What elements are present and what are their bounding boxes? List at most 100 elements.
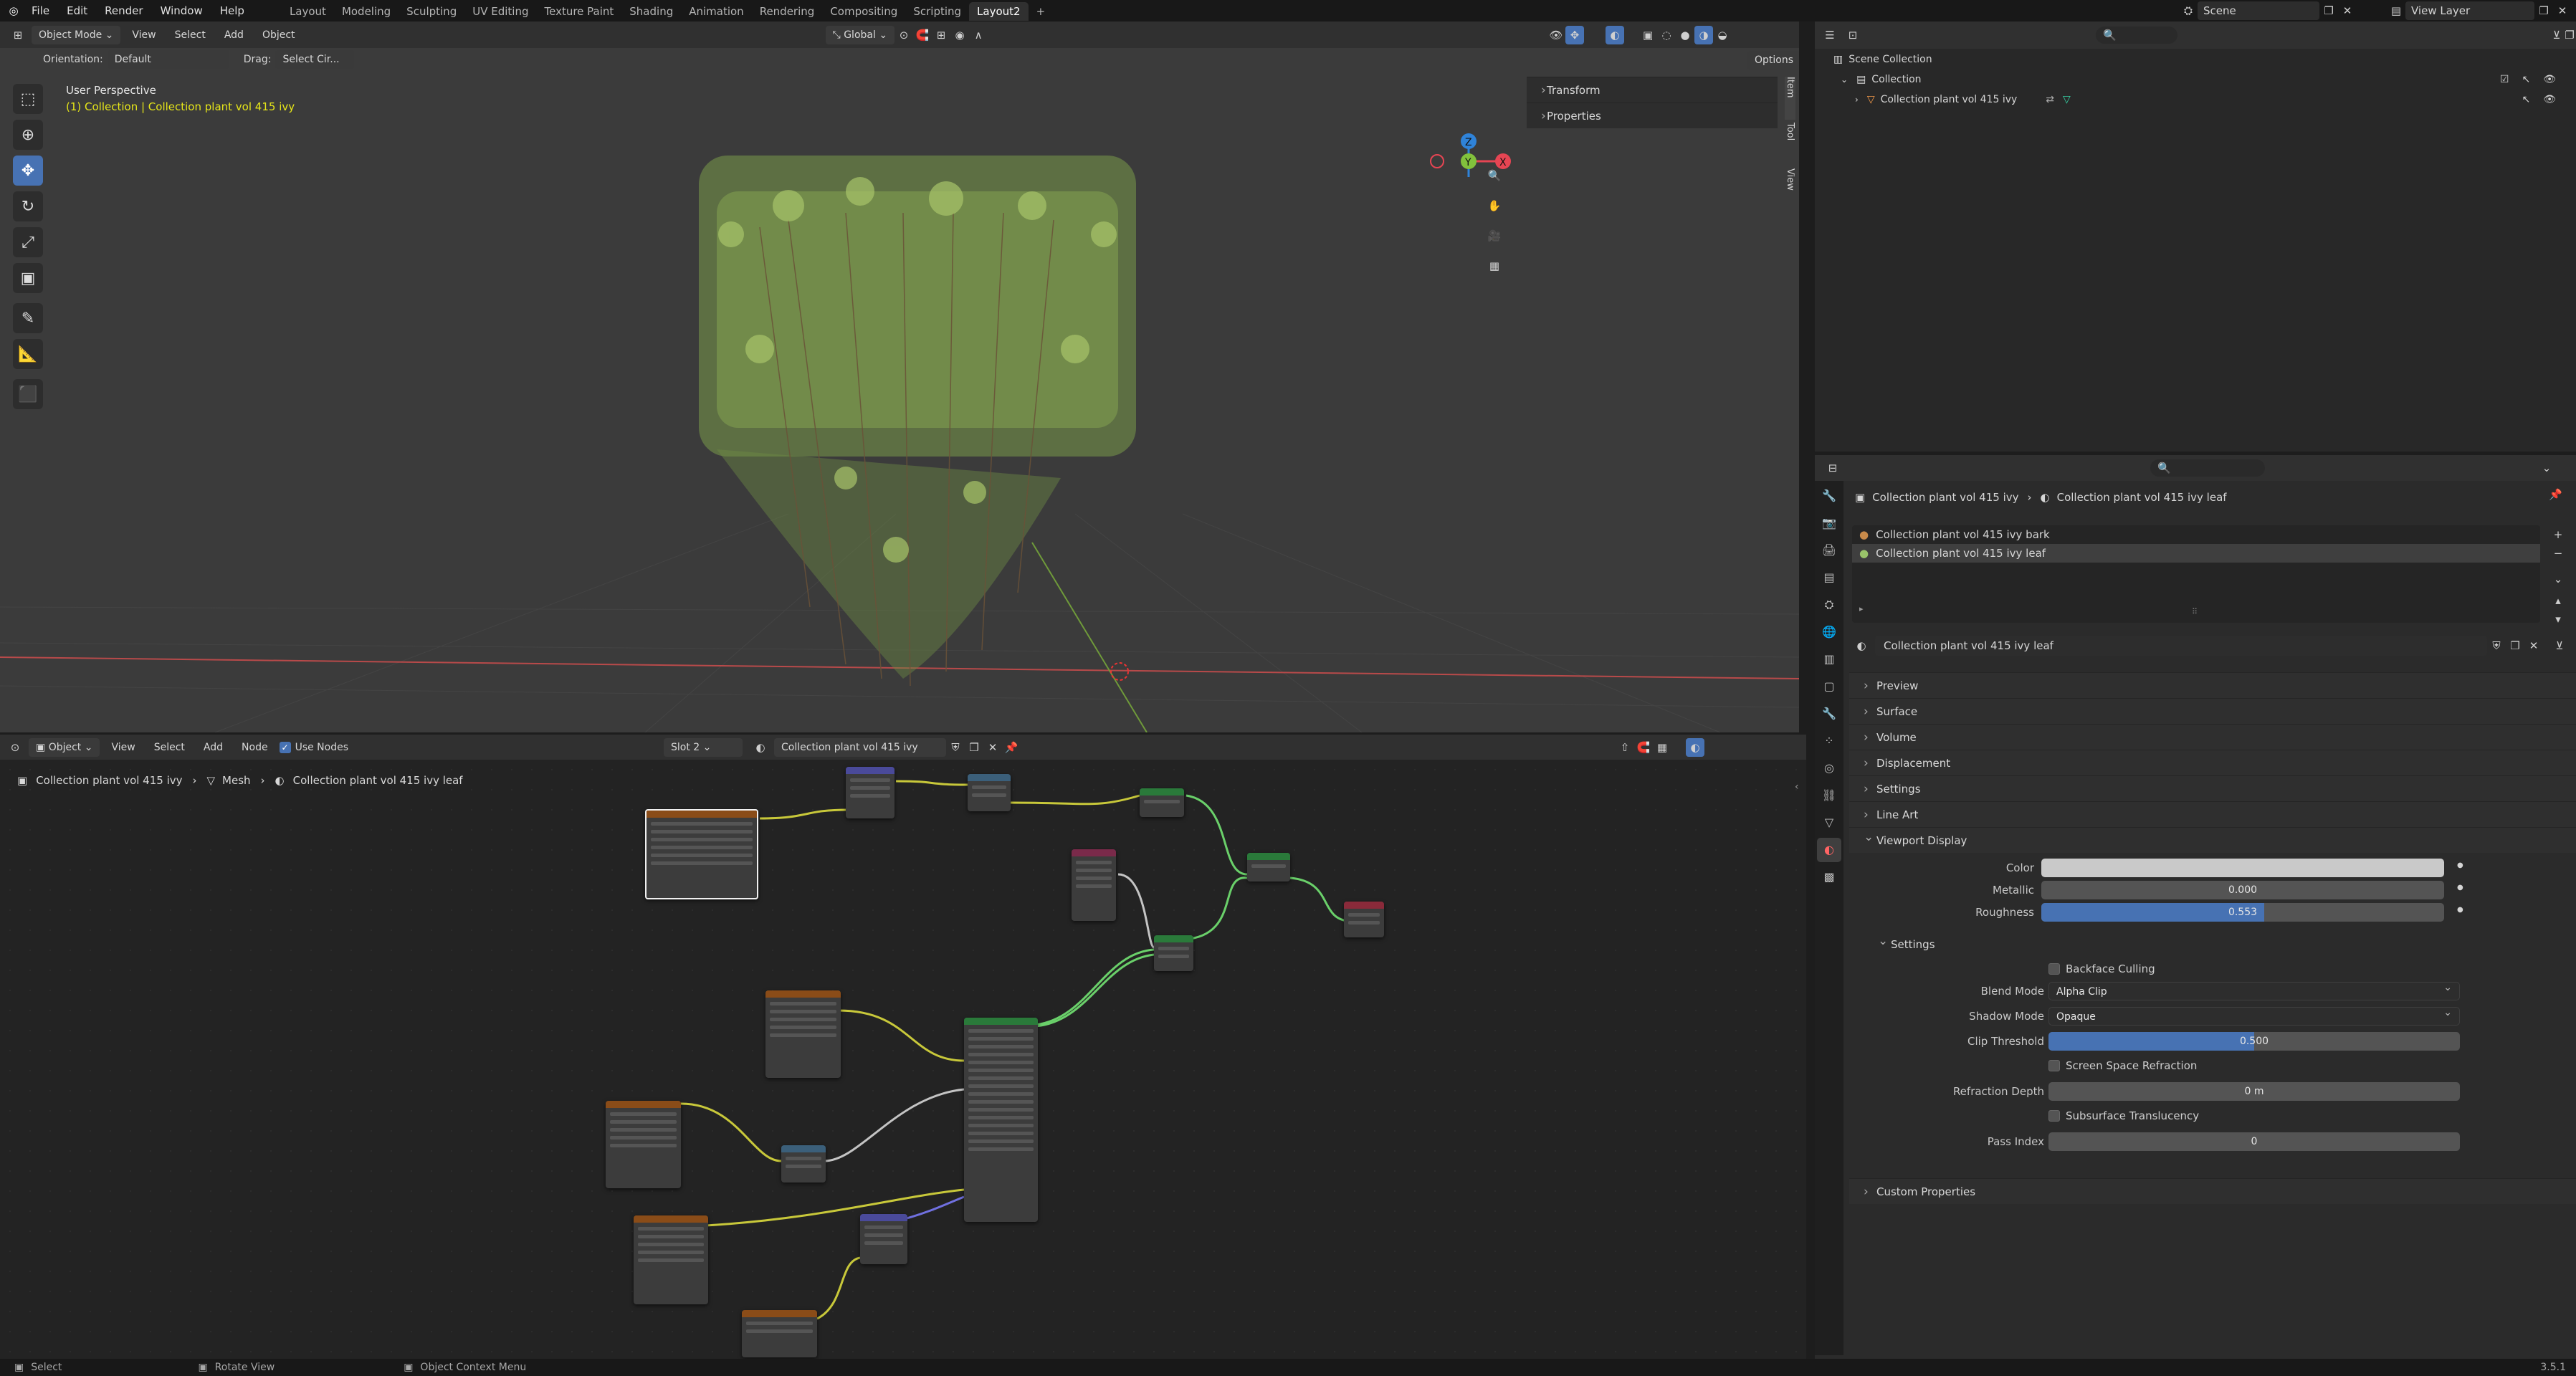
unlink-material-icon[interactable]: ✕ bbox=[983, 738, 1002, 757]
shading-wireframe-icon[interactable]: ◌ bbox=[1657, 26, 1676, 44]
refraction-depth-field[interactable]: 0 m bbox=[2048, 1082, 2460, 1101]
fake-user-icon[interactable]: ⛨ bbox=[946, 738, 965, 757]
rotate-icon[interactable]: ↻ bbox=[13, 191, 43, 221]
outliner-row-scene-collection[interactable]: ▥ Scene Collection bbox=[1833, 52, 1932, 67]
node-menu-view[interactable]: View bbox=[104, 738, 142, 757]
menu-object[interactable]: Object bbox=[255, 26, 302, 44]
tab-uv-editing[interactable]: UV Editing bbox=[464, 2, 536, 21]
tab-modeling[interactable]: Modeling bbox=[334, 2, 399, 21]
node-invert[interactable] bbox=[781, 1145, 826, 1182]
node-menu-select[interactable]: Select bbox=[147, 738, 192, 757]
panel-transform[interactable]: Transform bbox=[1527, 77, 1778, 103]
subpanel-settings[interactable]: Settings bbox=[1864, 928, 2552, 957]
expand-arrow-icon[interactable]: ⌄ bbox=[1841, 75, 1848, 85]
delete-scene-icon[interactable]: ✕ bbox=[2338, 1, 2357, 20]
menu-edit[interactable]: Edit bbox=[58, 0, 96, 22]
copy-view-layer-icon[interactable]: ❐ bbox=[2534, 1, 2553, 20]
snap-node-icon[interactable]: 🧲 bbox=[1634, 738, 1653, 757]
outliner-display-mode-icon[interactable]: ⊡ bbox=[1846, 26, 1859, 44]
shading-material-icon[interactable]: ◑ bbox=[1694, 25, 1714, 44]
tab-layout[interactable]: Layout bbox=[282, 2, 334, 21]
node-menu-node[interactable]: Node bbox=[234, 738, 275, 757]
subsurface-translucency-checkbox[interactable] bbox=[2048, 1110, 2060, 1122]
panel-surface[interactable]: Surface bbox=[1849, 698, 2576, 725]
color-swatch[interactable] bbox=[2041, 859, 2444, 877]
add-workspace-button[interactable]: + bbox=[1029, 2, 1054, 21]
outliner-row-collection[interactable]: ⌄ ▤ Collection ☑ ↖ 👁 bbox=[1841, 72, 2576, 87]
sidebar-tab-view[interactable]: View bbox=[1785, 168, 1795, 211]
view-layer-name-field[interactable]: View Layer bbox=[2405, 1, 2534, 20]
properties-pin-icon[interactable]: 📌 bbox=[2549, 488, 2562, 501]
render-tab-icon[interactable]: 📷 bbox=[1817, 511, 1841, 535]
object-tab-icon[interactable]: ▢ bbox=[1817, 674, 1841, 699]
constraints-tab-icon[interactable]: ⛓ bbox=[1817, 783, 1841, 808]
snap-target-icon[interactable]: ⊞ bbox=[932, 26, 950, 44]
clip-threshold-slider[interactable]: 0.500 bbox=[2048, 1032, 2460, 1051]
panel-viewport-display[interactable]: Viewport Display bbox=[1849, 824, 2576, 853]
node-image-texture-selected[interactable] bbox=[645, 809, 758, 899]
tab-sculpting[interactable]: Sculpting bbox=[399, 2, 464, 21]
new-collection-icon[interactable]: ❐ bbox=[2563, 26, 2576, 44]
tab-scripting[interactable]: Scripting bbox=[905, 2, 969, 21]
view-layer-tab-icon[interactable]: ▤ bbox=[1817, 565, 1841, 590]
copy-scene-icon[interactable]: ❐ bbox=[2319, 1, 2338, 20]
material-browse-icon[interactable]: ◐ bbox=[751, 738, 770, 757]
tab-layout2[interactable]: Layout2 bbox=[969, 2, 1029, 21]
menu-add[interactable]: Add bbox=[217, 26, 251, 44]
panel-line-art[interactable]: Line Art bbox=[1849, 801, 2576, 828]
scene-name-field[interactable]: Scene bbox=[2198, 1, 2319, 20]
tab-animation[interactable]: Animation bbox=[681, 2, 751, 21]
use-nodes-toggle[interactable]: ✓ Use Nodes bbox=[279, 742, 348, 753]
exclude-checkbox-icon[interactable]: ☑ bbox=[2500, 74, 2509, 85]
node-bump[interactable] bbox=[1154, 935, 1193, 971]
duplicate-material-icon[interactable]: ❐ bbox=[965, 738, 983, 757]
panel-displacement[interactable]: Displacement bbox=[1849, 750, 2576, 776]
use-nodes-checkbox[interactable]: ✓ bbox=[279, 742, 291, 753]
node-normal-map[interactable] bbox=[860, 1214, 907, 1264]
output-tab-icon[interactable]: 🖨 bbox=[1817, 538, 1841, 563]
shader-type-dropdown[interactable]: ▣ Object ⌄ bbox=[29, 738, 100, 757]
slot-dropdown[interactable]: Slot 2 ⌄ bbox=[664, 738, 743, 757]
slot-expand-icon[interactable]: ▸ bbox=[1859, 604, 1864, 613]
sidebar-tab-tool[interactable]: Tool bbox=[1785, 123, 1795, 166]
shader-node-editor[interactable]: ▣ Collection plant vol 415 ivy › ▽ Mesh … bbox=[0, 760, 1806, 1359]
add-slot-icon[interactable]: + bbox=[2549, 525, 2567, 544]
collection-tab-icon[interactable]: ▥ bbox=[1817, 647, 1841, 672]
sidebar-tab-item[interactable]: Item bbox=[1785, 77, 1795, 120]
object-hide-icon[interactable]: 👁 bbox=[2543, 94, 2556, 105]
annotate-icon[interactable]: ✎ bbox=[13, 303, 43, 333]
snap-icon[interactable]: 🧲 bbox=[913, 26, 932, 44]
visibility-icon[interactable]: 👁 bbox=[1547, 26, 1565, 44]
collapse-arrow-icon[interactable]: › bbox=[1855, 95, 1859, 105]
node-image-texture-5[interactable] bbox=[742, 1310, 817, 1357]
menu-window[interactable]: Window bbox=[152, 0, 211, 22]
move-slot-up-icon[interactable]: ▴ bbox=[2549, 591, 2567, 610]
pin-icon[interactable]: 📌 bbox=[1002, 738, 1021, 757]
selectable-icon[interactable]: ↖ bbox=[2522, 74, 2530, 85]
particles-tab-icon[interactable]: ⁘ bbox=[1817, 729, 1841, 753]
panel-preview[interactable]: Preview bbox=[1849, 672, 2576, 699]
node-material-output[interactable] bbox=[1344, 902, 1384, 937]
cursor-icon[interactable]: ⊕ bbox=[13, 120, 43, 150]
navigation-gizmo[interactable]: Z Y X bbox=[1423, 84, 1516, 177]
node-mix-shader[interactable] bbox=[1247, 853, 1290, 882]
panel-properties[interactable]: Properties bbox=[1527, 102, 1778, 129]
proportional-edit-icon[interactable]: ◉ bbox=[950, 26, 969, 44]
node-overlay-icon[interactable]: ◐ bbox=[1686, 738, 1705, 757]
node-mapping[interactable] bbox=[846, 767, 895, 818]
camera-view-icon[interactable]: 🎥 bbox=[1485, 226, 1504, 245]
properties-options-icon[interactable]: ⌄ bbox=[2537, 459, 2556, 477]
measure-icon[interactable]: 📐 bbox=[13, 339, 43, 369]
outliner-editor-type-icon[interactable]: ☰ bbox=[1823, 26, 1836, 44]
modifier-tab-icon[interactable]: 🔧 bbox=[1817, 702, 1841, 726]
editor-type-icon[interactable]: ⊞ bbox=[9, 26, 27, 44]
node-image-texture-3[interactable] bbox=[606, 1101, 681, 1188]
tab-rendering[interactable]: Rendering bbox=[752, 2, 823, 21]
select-box-icon[interactable]: ⬚ bbox=[13, 84, 43, 114]
zoom-icon[interactable]: 🔍 bbox=[1485, 166, 1504, 185]
node-image-texture-4[interactable] bbox=[634, 1215, 708, 1304]
roughness-slider[interactable]: 0.553 bbox=[2041, 903, 2444, 922]
material-slot-bark[interactable]: ● Collection plant vol 415 ivy bark bbox=[1852, 525, 2540, 544]
remove-slot-icon[interactable]: − bbox=[2549, 544, 2567, 563]
slot-specials-icon[interactable]: ⌄ bbox=[2549, 570, 2567, 588]
